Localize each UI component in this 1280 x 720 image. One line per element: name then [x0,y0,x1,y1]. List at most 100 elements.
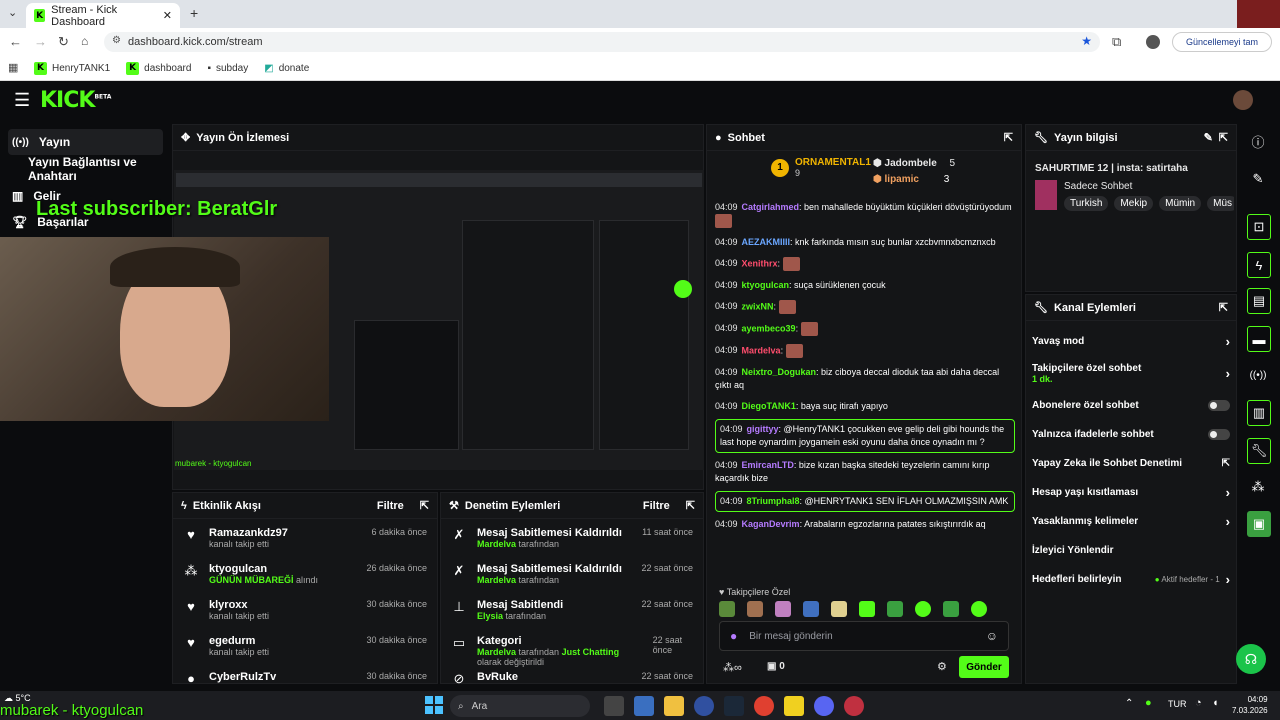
wifi-icon[interactable]: ◔ [1195,697,1202,709]
moderation-item[interactable]: ✗ Mesaj Sabitlemesi Kaldırıldı Mardelva ta… [451,525,693,561]
channel-action-item[interactable]: Abonelere özel sohbet [1026,391,1236,420]
reload-icon[interactable]: ↻ [58,34,69,50]
chat-message[interactable]: 04:09 KaganDevrim: Arabaların egzozlarına… [715,516,1015,533]
bookmark-dashboard[interactable]: Kdashboard [126,61,191,75]
channel-action-item[interactable]: İzleyici Yönlendir [1026,536,1236,565]
pencil-icon[interactable]: ✎ [1243,166,1273,192]
category-name[interactable]: Sadece Sohbet [1064,181,1132,192]
user-avatar[interactable] [1233,90,1253,110]
document-icon[interactable]: ▤ [1247,288,1271,314]
home-icon[interactable]: ⌂ [81,34,88,48]
chat-username[interactable]: EmircanLTD [742,460,794,470]
emote-icon[interactable] [971,601,987,617]
nodes-icon[interactable]: ⁂ [1243,474,1273,500]
tag[interactable]: Müs [1207,196,1234,211]
chat-message[interactable]: 04:09 DiegoTANK1: baya suç itirafı yapıyo [715,398,1015,415]
chat-bubble-icon[interactable]: ▬ [1247,326,1271,352]
chat-message[interactable]: 04:09 ktyogulcan: suça sürüklenen çocuk [715,277,1015,294]
chat-username[interactable]: Xenithrx [742,258,778,268]
bookmark-subday[interactable]: ▪ subday [207,63,248,74]
activity-item[interactable]: ♥ egedurm kanalı takip etti 30 dakika önce [183,633,427,669]
profile-avatar[interactable] [1146,35,1160,49]
emote-icon[interactable] [915,601,931,617]
bookmark-donate[interactable]: ◩ donate [264,63,309,74]
kick-logo[interactable]: KICKBETA [40,88,111,113]
app-icon[interactable] [844,696,864,716]
calculator-icon[interactable] [634,696,654,716]
chat-input[interactable]: ● Bir mesaj gönderin ☺ [719,621,1009,651]
close-tab-icon[interactable]: ✕ [163,9,172,22]
chat-message[interactable]: 04:09 Mardelva: [715,342,1015,360]
chat-message[interactable]: 04:09 AEZAKMIIII: knk farkında mısın suç … [715,234,1015,251]
points-display[interactable]: ▣ 0 [767,661,785,672]
emote-icon[interactable] [887,601,903,617]
chat-message[interactable]: 04:09 zwixNN: [715,298,1015,316]
support-button-icon[interactable]: ☊ [1236,644,1266,674]
app-icon[interactable]: ▣ [1247,511,1271,537]
chat-leader-3[interactable]: ⬢ lipamic 3 [873,174,949,185]
tag[interactable]: Turkish [1064,196,1109,211]
menu-icon[interactable]: ☰ [14,90,30,111]
chat-username[interactable]: zwixNN [742,301,774,311]
chat-username[interactable]: ktyogulcan [742,280,790,290]
chat-message[interactable]: 04:09 EmircanLTD: bize kızan başka sitede… [715,457,1015,487]
popout-icon[interactable]: ⇱ [1219,301,1228,314]
new-tab-icon[interactable]: + [190,5,198,21]
emoji-icon[interactable]: ☺ [986,629,998,643]
activity-item[interactable]: ⁂ ktyogulcan GÜNÜN MÜBAREĞİ alındı 26 dakik… [183,561,428,597]
channel-action-item[interactable]: Takipçilere özel sohbet 1 dk. › [1026,356,1236,391]
mic-icon[interactable]: ● [730,629,737,643]
emote-icon[interactable] [775,601,791,617]
mic-icon[interactable]: ● [1145,697,1152,709]
bookmark-star-icon[interactable]: ★ [1081,34,1092,48]
tab-list-icon[interactable]: ⌄ [8,6,17,19]
moderation-item[interactable]: ▭ Kategori Mardelva tarafından Just Chatti… [451,633,693,669]
volume-icon[interactable]: ◖ [1212,697,1219,709]
channel-action-item[interactable]: Hedefleri belirleyin ● Aktif hedefler - 1… [1026,565,1236,594]
language-indicator[interactable]: TUR [1168,699,1187,709]
emote-icon[interactable] [943,601,959,617]
chrome-icon[interactable] [754,696,774,716]
chat-message[interactable]: 04:09 Catgirlahmed: ben mahallede büyüktü… [715,199,1015,230]
channel-action-item[interactable]: Hesap yaşı kısıtlaması › [1026,478,1236,507]
bolt-icon[interactable]: ϟ [1247,252,1271,278]
clock[interactable]: 04:09 7.03.2026 [1232,694,1268,716]
windows-start-icon[interactable] [425,696,443,714]
toggle-switch[interactable] [1208,400,1230,411]
sidebar-item-yayin[interactable]: ((•)) Yayın [8,129,163,155]
file-explorer-icon[interactable] [664,696,684,716]
channel-action-item[interactable]: Yalnızca ifadelerle sohbet [1026,420,1236,449]
storage-icon[interactable]: ▥ [1247,400,1271,426]
send-button[interactable]: Gönder [959,656,1009,678]
activity-item[interactable]: ♥ klyroxx kanalı takip etti 30 dakika önce [183,597,427,633]
popout-icon[interactable]: ⇱ [1004,131,1013,144]
chat-username[interactable]: KaganDevrim [742,519,800,529]
extensions-icon[interactable]: ⧉ [1112,34,1121,50]
moderation-item[interactable]: ✗ Mesaj Sabitlemesi Kaldırıldı Mardelva ta… [451,561,693,597]
emote-icon[interactable] [803,601,819,617]
chat-username[interactable]: DiegoTANK1 [742,401,796,411]
channel-action-item[interactable]: Yasaklanmış kelimeler › [1026,507,1236,536]
site-info-icon[interactable]: ⚙ [112,35,121,46]
notes-icon[interactable] [784,696,804,716]
chat-message[interactable]: 04:09 ayembeco39: [715,320,1015,338]
settings-icon[interactable]: ⚙ [937,660,947,673]
chat-leader-1[interactable]: 1 ORNAMENTAL1 9 [771,157,871,178]
chat-username[interactable]: gigittyy [747,424,779,434]
apps-grid-icon[interactable]: ▦ [8,61,18,74]
emote-icon[interactable] [747,601,763,617]
task-view-icon[interactable] [604,696,624,716]
chat-username[interactable]: Catgirlahmed [742,202,800,212]
edit-icon[interactable]: ✎ [1204,131,1213,144]
url-field[interactable]: ⚙ dashboard.kick.com/stream ★ [104,32,1100,52]
activity-item[interactable]: ♥ Ramazankdz97 kanalı takip etti 6 dakika ö… [183,525,427,561]
infinity-icon[interactable]: ⁂∞ [723,661,742,674]
bookmark-henrytank1[interactable]: K HenryTANK1 [34,61,110,75]
chat-username[interactable]: ayembeco39 [742,323,796,333]
chat-message[interactable]: 04:09 Neixtro_Dogukan: biz ciboya deccal … [715,364,1015,394]
popout-icon[interactable]: ⇱ [1219,131,1228,144]
chat-message[interactable]: 04:09 Xenithrx: [715,255,1015,273]
forward-icon[interactable]: → [34,34,47,49]
filter-button[interactable]: Filtre [377,500,404,512]
channel-action-item[interactable]: Yapay Zeka ile Sohbet Denetimi ⇱ [1026,449,1236,478]
